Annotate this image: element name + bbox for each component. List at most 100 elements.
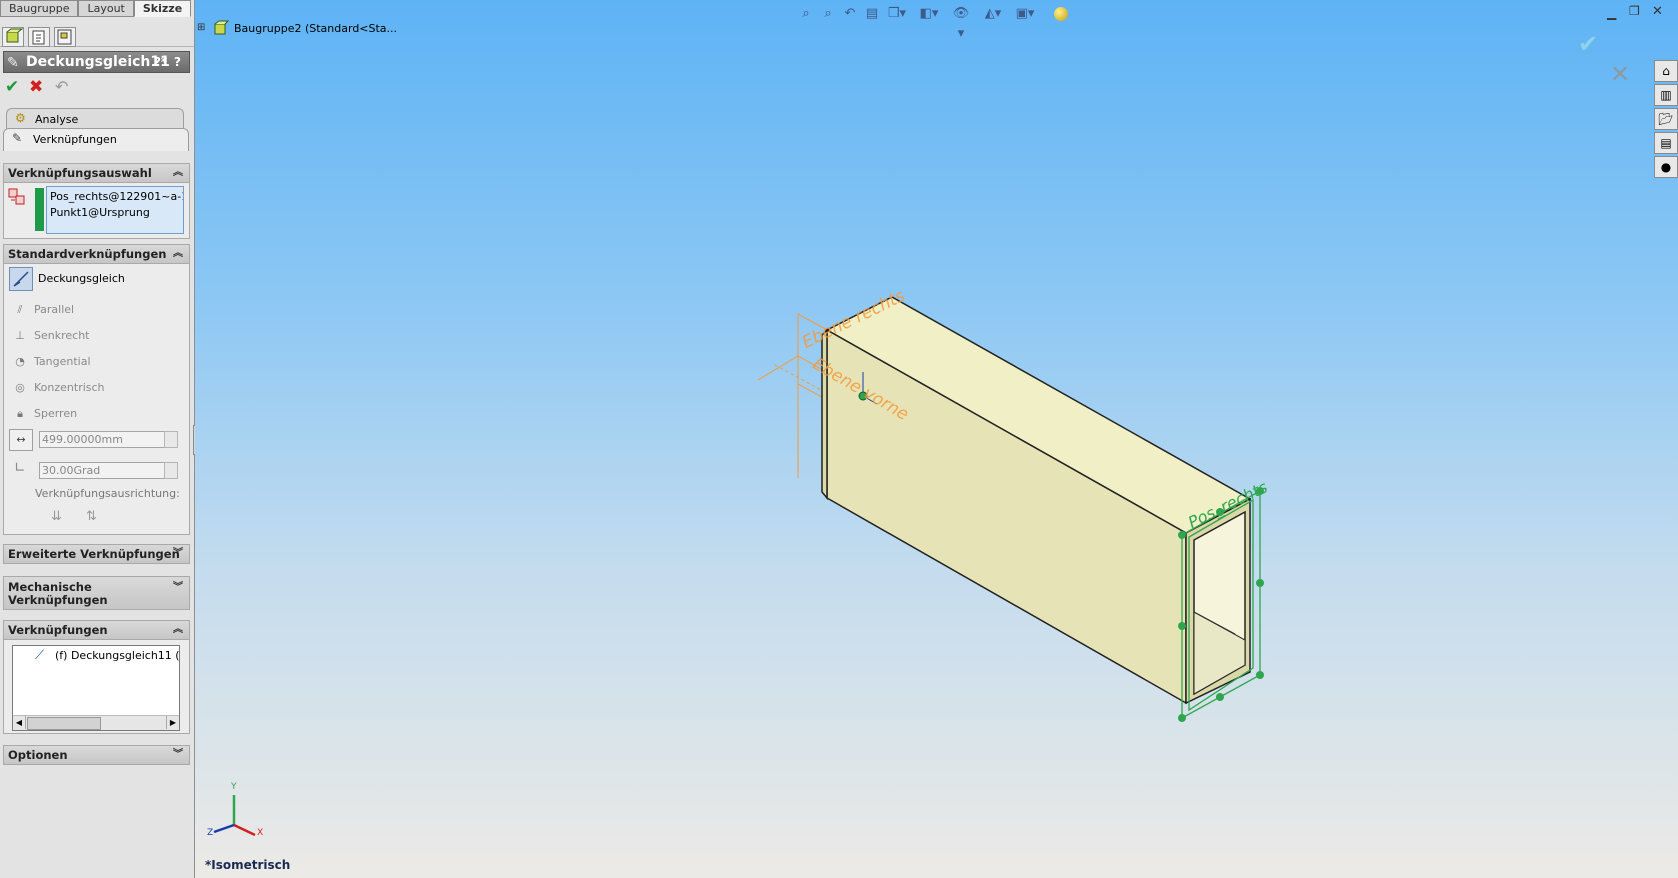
collapse-icon[interactable]: ︽ — [173, 164, 183, 182]
feature-manager-icon[interactable] — [2, 27, 24, 47]
home-icon[interactable]: ⌂ — [1654, 60, 1678, 82]
list-item[interactable]: Pos_rechts@122901~a-1( — [50, 190, 183, 203]
zoom-to-fit-icon[interactable]: ⌕ — [796, 4, 816, 24]
triad-x-label: X — [257, 828, 264, 838]
distance-input[interactable]: 499.00000mm — [39, 431, 165, 448]
plane-label-right[interactable]: Ebene rechts — [799, 286, 908, 353]
expand-icon[interactable]: ︾ — [173, 581, 183, 594]
file-explorer-icon[interactable]: 📂︎ — [1654, 108, 1678, 130]
tangent-option[interactable]: ◔ Tangential — [12, 352, 91, 372]
tab-verknuepfungen-label: Verknüpfungen — [33, 133, 117, 146]
tab-analyse[interactable]: ⚙ Analyse — [6, 108, 184, 129]
paperclip-icon: ✎ — [12, 131, 23, 145]
help-icon[interactable]: ?* — [154, 52, 167, 72]
collapse-icon[interactable]: ︽ — [173, 621, 183, 639]
coincident-button[interactable] — [9, 267, 33, 291]
cancel-x-icon[interactable]: ✖ — [29, 77, 43, 97]
angle-input[interactable]: 30.00Grad — [39, 462, 165, 479]
ok-check-icon[interactable]: ✔ — [5, 77, 19, 97]
hide-show-items-icon[interactable]: 👁︎▾ — [951, 4, 971, 41]
perpendicular-label: Senkrecht — [34, 329, 90, 342]
tab-verknuepfungen[interactable]: ✎ Verknüpfungen — [3, 128, 189, 151]
mate-selection-section: Verknüpfungsauswahl ︽ Pos_rechts@122901~… — [3, 163, 190, 239]
advanced-mates-header[interactable]: Erweiterte Verknüpfungen ︾ — [4, 545, 189, 563]
mechanical-mates-title-2: Verknüpfungen — [8, 593, 108, 607]
mates-title: Verknüpfungen — [8, 623, 108, 637]
list-item[interactable]: (f) Deckungsgleich11 ("Re — [55, 649, 179, 662]
list-item[interactable]: Punkt1@Ursprung — [50, 206, 150, 219]
help-button[interactable]: ? — [174, 52, 181, 72]
mechanical-mates-section[interactable]: Mechanische Verknüpfungen ︾ — [3, 576, 190, 610]
tab-layout[interactable]: Layout — [78, 0, 134, 17]
edit-appearance-icon[interactable]: ◭▾ — [983, 4, 1003, 24]
perpendicular-option[interactable]: ⊥ Senkrecht — [12, 326, 89, 346]
options-header[interactable]: Optionen ︾ — [4, 746, 189, 764]
sketch-label[interactable]: Pos_rechts — [1185, 477, 1270, 532]
property-manager-icon[interactable] — [28, 27, 50, 47]
distance-spinner[interactable] — [164, 431, 178, 448]
restore-icon[interactable]: ❐ — [1629, 4, 1640, 18]
concentric-option[interactable]: ◎ Konzentrisch — [12, 378, 104, 398]
minimize-icon[interactable]: ▁ — [1607, 6, 1616, 20]
parallel-option[interactable]: ⫽ Parallel — [12, 300, 75, 320]
rectangular-tube — [821, 296, 1252, 705]
design-library-icon[interactable]: ▥ — [1654, 84, 1678, 106]
standard-mates-section: Standardverknüpfungen ︽ Deckungsgleich ⫽… — [3, 244, 190, 535]
coincident-label: Deckungsgleich — [38, 272, 125, 285]
confirm-ok-icon[interactable]: ✔ — [1578, 30, 1598, 58]
graphics-area[interactable]: ⊞ Baugruppe2 (Standard<Sta... ⌕ ⌕ ↶ ▤ ❒▾… — [195, 0, 1678, 878]
anti-aligned-icon[interactable]: ⇅ — [86, 509, 97, 524]
mates-header[interactable]: Verknüpfungen ︽ — [4, 621, 189, 640]
horizontal-scrollbar[interactable]: ◀ ▶ — [13, 715, 179, 730]
mates-list[interactable]: ⟋ (f) Deckungsgleich11 ("Re ◀ ▶ — [12, 645, 180, 731]
expand-icon[interactable]: ︾ — [173, 746, 183, 764]
section-view-icon[interactable]: ▤ — [862, 4, 882, 24]
confirm-cancel-icon[interactable]: ✕ — [1610, 60, 1630, 88]
model-canvas[interactable] — [195, 0, 1678, 878]
view-palette-icon[interactable]: ▤ — [1654, 132, 1678, 154]
plane-label-front[interactable]: Ebene vorne — [809, 354, 912, 425]
scroll-right-icon[interactable]: ▶ — [166, 716, 179, 729]
selection-list[interactable]: Pos_rechts@122901~a-1( Punkt1@Ursprung — [46, 186, 184, 234]
tree-root[interactable]: Baugruppe2 (Standard<Sta... — [234, 22, 397, 35]
options-section[interactable]: Optionen ︾ — [3, 745, 190, 765]
scroll-left-icon[interactable]: ◀ — [13, 716, 26, 729]
property-manager-title-bar: ✎ Deckungsgleich11 ?* ? — [3, 51, 190, 73]
close-icon[interactable]: ✕ — [1652, 4, 1663, 19]
alignment-label: Verknüpfungsausrichtung: — [35, 487, 180, 500]
tab-skizze[interactable]: Skizze — [133, 0, 192, 17]
expand-icon[interactable]: ︾ — [173, 545, 183, 563]
aligned-icon[interactable]: ⇊ — [51, 509, 62, 524]
mechanical-mates-header[interactable]: Mechanische Verknüpfungen ︾ — [4, 577, 189, 609]
view-settings-icon[interactable] — [1054, 7, 1068, 21]
zoom-to-area-icon[interactable]: ⌕ — [818, 4, 838, 24]
lock-option[interactable]: 🔒︎ Sperren — [12, 404, 77, 424]
apply-scene-icon[interactable]: ▣▾ — [1015, 4, 1035, 24]
tangent-label: Tangential — [34, 355, 91, 368]
triad-z-label: Z — [207, 828, 214, 838]
distance-button[interactable]: ↔ — [9, 429, 33, 451]
page-title: Deckungsgleich11 — [26, 54, 170, 70]
standard-mates-header[interactable]: Standardverknüpfungen ︽ — [4, 245, 189, 264]
tab-baugruppe[interactable]: Baugruppe — [0, 0, 79, 17]
command-manager-tabs: Baugruppe Layout Skizze — [0, 0, 192, 17]
analyse-icon: ⚙ — [15, 111, 26, 125]
perpendicular-icon: ⊥ — [15, 329, 25, 342]
appearances-icon[interactable]: ● — [1654, 156, 1678, 178]
advanced-mates-section[interactable]: Erweiterte Verknüpfungen ︾ — [3, 544, 190, 564]
collapse-icon[interactable]: ︽ — [173, 245, 183, 263]
mate-selection-header[interactable]: Verknüpfungsauswahl ︽ — [4, 164, 189, 183]
display-style-icon[interactable]: ◧▾ — [919, 4, 939, 24]
assembly-icon — [213, 20, 230, 39]
tree-expand-icon[interactable]: ⊞ — [197, 22, 205, 33]
scroll-thumb[interactable] — [27, 717, 101, 730]
view-name-label: *Isometrisch — [205, 858, 291, 872]
triad-y-label: Y — [231, 782, 237, 792]
angle-spinner[interactable] — [164, 462, 178, 479]
view-orientation-icon[interactable]: ❒▾ — [887, 4, 907, 24]
coordinate-triad — [213, 795, 256, 837]
configuration-manager-icon[interactable] — [54, 27, 76, 47]
undo-icon[interactable]: ↶ — [55, 77, 68, 96]
previous-view-icon[interactable]: ↶ — [840, 4, 860, 24]
manager-tabs-bar — [0, 24, 194, 47]
